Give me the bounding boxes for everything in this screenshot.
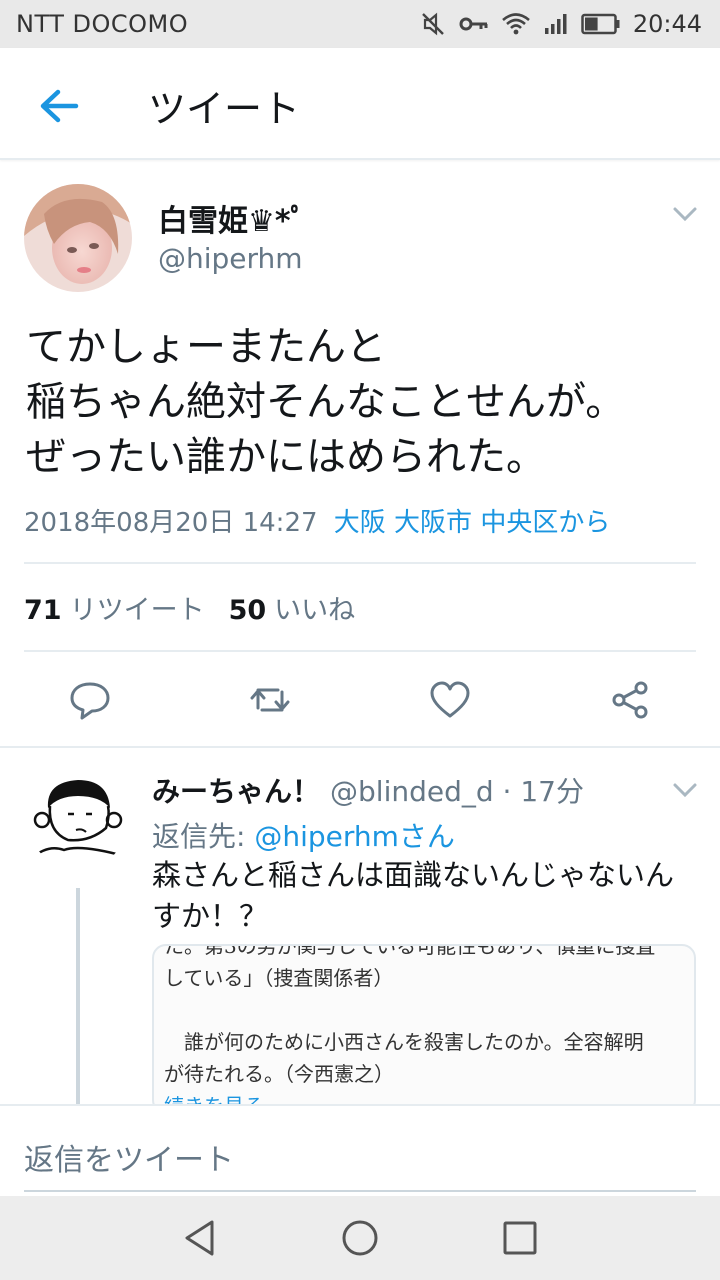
retweet-label[interactable]: リツイート (70, 595, 205, 626)
reply-header: みーちゃん！ @blinded_d · 17分 (152, 770, 584, 810)
tweet-menu-button[interactable] (670, 204, 700, 224)
tweet-text-line: てかしょーまたんと (26, 324, 386, 370)
reply-input[interactable] (24, 1130, 696, 1192)
reply-avatar[interactable] (28, 770, 128, 870)
embedded-image[interactable]: た。第3の男が関与している可能性もあり、慎重に捜査 している」（捜査関係者） 誰… (152, 944, 696, 1114)
chevron-down-icon (673, 207, 697, 222)
embedded-line: 誰が何のために小西さんを殺害したのか。全容解明 (164, 1030, 644, 1054)
reply-to: 返信先: @hiperhmさん (152, 815, 455, 855)
embedded-line (164, 994, 688, 1026)
like-button[interactable] (428, 678, 472, 722)
divider (24, 562, 696, 564)
like-icon (430, 681, 470, 718)
back-button[interactable] (32, 84, 88, 128)
retweet-count[interactable]: 71 (24, 595, 62, 626)
tweet-timestamp: 2018年08月20日 14:27 (24, 508, 318, 538)
tweet-location[interactable]: 大阪 大阪市 中央区から (334, 508, 611, 538)
status-icons: 20:44 (419, 8, 702, 40)
nav-home-button[interactable] (338, 1216, 382, 1260)
back-triangle-icon (185, 1220, 214, 1256)
share-button[interactable] (608, 678, 652, 722)
thread-line (76, 888, 80, 1108)
reply-button[interactable] (68, 678, 112, 722)
tweet-meta: 2018年08月20日 14:27 大阪 大阪市 中央区から (24, 502, 610, 539)
mute-icon (419, 10, 447, 38)
vpn-key-icon (459, 14, 489, 34)
system-nav-bar (0, 1196, 720, 1280)
retweet-button[interactable] (248, 678, 292, 722)
battery-icon (581, 13, 621, 35)
recents-square-icon (503, 1221, 537, 1255)
retweet-icon (250, 688, 290, 712)
share-icon (612, 681, 648, 719)
reply-author-name[interactable]: みーちゃん！ (152, 775, 320, 808)
reply-icon (70, 682, 110, 720)
tweet-text-line: 稲ちゃん絶対そんなことせんが。 (26, 379, 626, 425)
clock: 20:44 (632, 10, 702, 38)
tweet-stats: 71 リツイート 50 いいね (24, 588, 379, 627)
embedded-line: が待たれる。（今西憲之） (164, 1062, 394, 1086)
app-bar: ツイート (0, 48, 720, 160)
like-label[interactable]: いいね (274, 595, 355, 626)
author-handle[interactable]: @hiperhm (158, 242, 303, 275)
arrow-left-icon (40, 89, 79, 123)
divider (24, 650, 696, 652)
author-name[interactable]: 白雪姫♛*ﾟ (158, 196, 306, 240)
reply-menu-button[interactable] (670, 780, 700, 800)
tweet-text-line: ぜったい誰かにはめられた。 (26, 434, 546, 480)
chevron-down-icon (673, 783, 697, 798)
wifi-icon (501, 12, 531, 36)
carrier-name: NTT DOCOMO (16, 10, 189, 38)
author-avatar[interactable] (24, 184, 132, 292)
reply-composer (0, 1104, 720, 1196)
reply-to-prefix: 返信先: (152, 820, 255, 853)
divider (0, 746, 720, 748)
embedded-image-text: た。第3の男が関与している可能性もあり、慎重に捜査 している」（捜査関係者） 誰… (164, 944, 688, 1112)
embedded-line: た。第3の男が関与している可能性もあり、慎重に捜査 (164, 944, 656, 958)
home-circle-icon (342, 1220, 378, 1256)
page-title: ツイート (148, 87, 301, 131)
reply-author-handle[interactable]: @blinded_d · 17分 (330, 775, 584, 808)
nav-recents-button[interactable] (498, 1216, 542, 1260)
nav-back-button[interactable] (178, 1216, 222, 1260)
reply-text: 森さんと稲さんは面識ないんじゃないんすか！？ (152, 858, 675, 933)
status-bar: NTT DOCOMO 20:44 (0, 0, 720, 48)
reply-to-handle[interactable]: @hiperhmさん (254, 820, 455, 853)
like-count[interactable]: 50 (229, 595, 267, 626)
embedded-line: している」（捜査関係者） (164, 966, 394, 990)
tweet-text: てかしょーまたんと 稲ちゃん絶対そんなことせんが。 ぜったい誰かにはめられた。 (26, 320, 706, 485)
signal-icon (543, 12, 569, 36)
